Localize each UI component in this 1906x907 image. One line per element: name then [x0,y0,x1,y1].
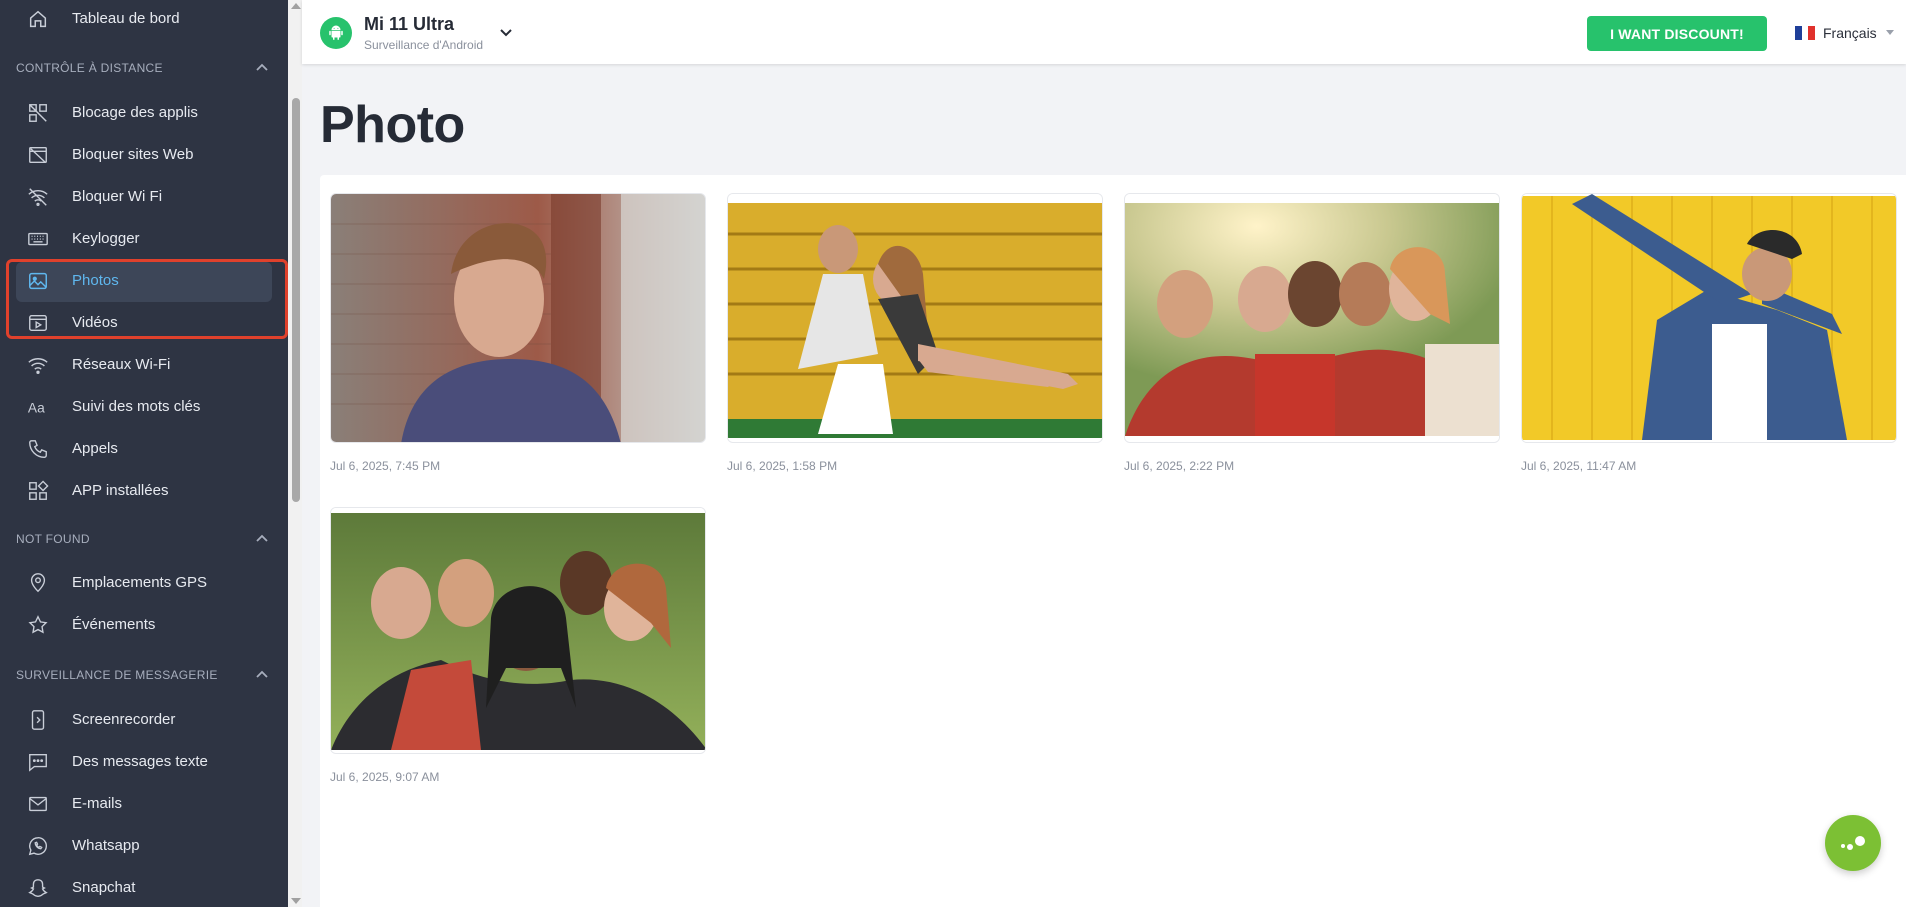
sidebar-item-events[interactable]: Événements [0,606,288,644]
sidebar-item-gps-locations[interactable]: Emplacements GPS [0,564,288,602]
sidebar-item-keylogger[interactable]: Keylogger [0,220,288,258]
photo-thumbnail[interactable] [1521,193,1897,443]
device-subtitle: Surveillance d'Android [364,38,484,52]
page-title: Photo [320,96,465,154]
whatsapp-icon [26,835,50,857]
photo-timestamp: Jul 6, 2025, 2:22 PM [1124,459,1235,473]
language-label: Français [1823,25,1877,41]
snapchat-icon [26,877,50,899]
text-aa-icon: Aa [26,396,50,418]
chat-dots-icon [1841,836,1865,850]
device-name[interactable]: Mi 11 Ultra [364,14,454,35]
sidebar-item-text-messages[interactable]: Des messages texte [0,743,288,781]
app-block-icon [26,102,50,124]
top-bar: Mi 11 Ultra Surveillance d'Android I WAN… [302,0,1906,64]
star-icon [26,614,50,636]
sidebar-item-whatsapp[interactable]: Whatsapp [0,827,288,865]
chevron-up-icon [256,63,268,71]
section-title: NOT FOUND [16,532,90,546]
home-icon [26,8,50,30]
sidebar-item-label: Bloquer sites Web [72,146,194,163]
sidebar-item-calls[interactable]: Appels [0,430,288,468]
sidebar-item-label: Whatsapp [72,837,140,854]
section-title: SURVEILLANCE DE MESSAGERIE [16,668,218,682]
sidebar-item-label: Événements [72,616,156,633]
sidebar-item-screenrecorder[interactable]: Screenrecorder [0,701,288,739]
scroll-down-arrow[interactable] [291,898,301,904]
sidebar-item-label: Blocage des applis [72,104,198,121]
selection-highlight [6,259,288,339]
message-icon [26,751,50,773]
photo-timestamp: Jul 6, 2025, 11:47 AM [1521,459,1637,473]
scroll-up-arrow[interactable] [291,3,301,9]
sidebar-item-installed-apps[interactable]: APP installées [0,472,288,510]
sidebar-item-label: Réseaux Wi-Fi [72,356,171,373]
chevron-down-icon[interactable] [498,24,514,40]
sidebar-item-app-blocking[interactable]: Blocage des applis [0,94,288,132]
wifi-icon [26,354,50,376]
svg-text:Aa: Aa [28,401,45,416]
sidebar-item-label: Emplacements GPS [72,574,208,591]
chevron-up-icon [256,670,268,678]
section-header-messaging[interactable]: SURVEILLANCE DE MESSAGERIE [16,665,272,685]
photo-thumbnail[interactable] [330,507,706,754]
sidebar-item-label: Snapchat [72,879,136,896]
section-title: CONTRÔLE À DISTANCE [16,61,163,75]
sidebar-item-label: Des messages texte [72,753,208,770]
chat-bubble-button[interactable] [1825,815,1881,871]
section-header-not-found[interactable]: NOT FOUND [16,529,272,549]
photo-timestamp: Jul 6, 2025, 7:45 PM [330,459,441,473]
keyboard-icon [26,228,50,250]
mail-icon [26,793,50,815]
photo-gallery: Jul 6, 2025, 7:45 PM Jul 6, 2025, 1:58 P… [320,175,1906,907]
photo-thumbnail[interactable] [727,193,1103,443]
location-pin-icon [26,572,50,594]
screen-record-icon [26,709,50,731]
photo-timestamp: Jul 6, 2025, 9:07 AM [330,770,440,784]
sidebar-item-label: Screenrecorder [72,711,176,728]
apps-grid-icon [26,480,50,502]
wifi-off-icon [26,186,50,208]
sidebar-item-label: E-mails [72,795,123,812]
sidebar-item-dashboard[interactable]: Tableau de bord [0,0,288,38]
photo-timestamp: Jul 6, 2025, 1:58 PM [727,459,838,473]
caret-down-icon[interactable] [1886,30,1894,35]
sidebar-item-label: Appels [72,440,118,457]
france-flag-icon [1795,26,1816,40]
sidebar-item-keyword-tracking[interactable]: Aa Suivi des mots clés [0,388,288,426]
sidebar-item-label: Tableau de bord [72,10,180,27]
photo-thumbnail[interactable] [1124,193,1500,443]
sidebar-item-snapchat[interactable]: Snapchat [0,869,288,907]
sidebar-item-label: Keylogger [72,230,140,247]
sidebar-item-block-websites[interactable]: Bloquer sites Web [0,136,288,174]
web-block-icon [26,144,50,166]
sidebar: Tableau de bord CONTRÔLE À DISTANCE Bloc… [0,0,288,907]
android-icon [320,17,352,49]
phone-icon [26,438,50,460]
sidebar-item-block-wifi[interactable]: Bloquer Wi Fi [0,178,288,216]
chevron-up-icon [256,534,268,542]
sidebar-item-label: APP installées [72,482,169,499]
sidebar-item-wifi-networks[interactable]: Réseaux Wi-Fi [0,346,288,384]
language-selector[interactable]: Français [1795,22,1877,44]
sidebar-item-label: Suivi des mots clés [72,398,201,415]
photo-thumbnail[interactable] [330,193,706,443]
section-header-remote-control[interactable]: CONTRÔLE À DISTANCE [16,58,272,78]
discount-button[interactable]: I WANT DISCOUNT! [1587,16,1767,51]
sidebar-item-label: Bloquer Wi Fi [72,188,163,205]
scrollbar-thumb[interactable] [292,98,300,502]
sidebar-item-emails[interactable]: E-mails [0,785,288,823]
